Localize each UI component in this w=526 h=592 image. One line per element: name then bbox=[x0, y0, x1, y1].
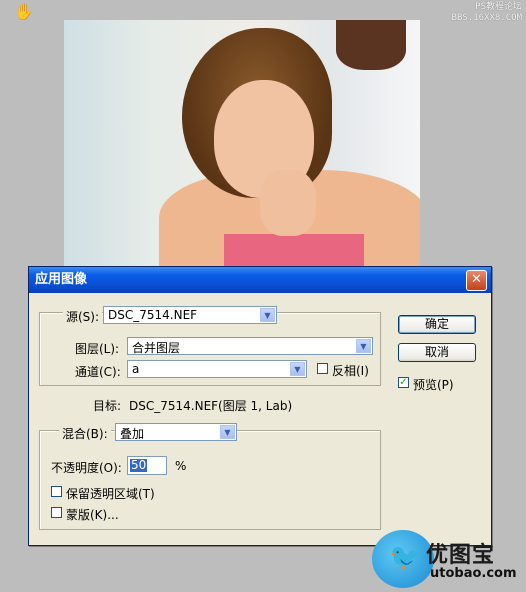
mask-label: 蒙版(K)... bbox=[66, 508, 119, 522]
preview-label: 预览(P) bbox=[413, 378, 454, 392]
chevron-down-icon: ▼ bbox=[260, 308, 275, 322]
mask-checkbox[interactable] bbox=[51, 507, 62, 518]
layer-value: 合并图层 bbox=[132, 341, 181, 355]
preserve-transparency-checkbox[interactable] bbox=[51, 486, 62, 497]
source-label: 源(S): bbox=[63, 308, 103, 325]
watermark-line-1: PS教程论坛 bbox=[475, 2, 522, 12]
checkmark-icon: ✓ bbox=[399, 377, 408, 388]
chevron-down-icon: ▼ bbox=[220, 425, 235, 439]
invert-checkbox[interactable] bbox=[317, 363, 328, 374]
source-value: DSC_7514.NEF bbox=[108, 308, 198, 322]
invert-label: 反相(I) bbox=[332, 364, 369, 378]
photo-pink-top bbox=[224, 234, 364, 266]
opacity-unit: % bbox=[175, 459, 187, 473]
close-icon[interactable]: ✕ bbox=[466, 270, 487, 291]
document-photo bbox=[64, 20, 420, 266]
brand-url: utobao.com bbox=[430, 566, 517, 581]
preview-checkbox[interactable]: ✓ bbox=[398, 377, 409, 388]
watermark-line-2: BBS.16XX8.COM bbox=[451, 13, 522, 23]
cancel-button[interactable]: 取消 bbox=[398, 343, 476, 362]
hand-tool-icon[interactable]: ✋ bbox=[14, 2, 34, 21]
target-value: DSC_7514.NEF(图层 1, Lab) bbox=[129, 399, 293, 413]
opacity-value: 50 bbox=[130, 458, 148, 472]
dialog-titlebar[interactable]: 应用图像 ✕ bbox=[29, 267, 491, 293]
chevron-down-icon: ▼ bbox=[290, 362, 305, 376]
channel-value: a bbox=[132, 362, 140, 376]
blending-select[interactable]: 叠加 ▼ bbox=[115, 423, 237, 441]
apply-image-dialog: 应用图像 ✕ 源(S): DSC_7514.NEF ▼ 图层(L): 合并图层 … bbox=[28, 266, 492, 546]
preserve-transparency-label: 保留透明区域(T) bbox=[66, 487, 155, 501]
source-select[interactable]: DSC_7514.NEF ▼ bbox=[103, 306, 277, 324]
opacity-label: 不透明度(O): bbox=[51, 461, 122, 475]
chevron-down-icon: ▼ bbox=[356, 339, 371, 353]
layer-label: 图层(L): bbox=[75, 342, 120, 356]
photo-hands bbox=[260, 170, 316, 236]
blending-value: 叠加 bbox=[120, 427, 145, 441]
channel-label: 通道(C): bbox=[75, 365, 121, 379]
dialog-title: 应用图像 bbox=[35, 272, 88, 287]
watermark: PS教程论坛 BBS.16XX8.COM bbox=[452, 2, 522, 24]
photo-man-head bbox=[336, 20, 406, 70]
layer-select[interactable]: 合并图层 ▼ bbox=[127, 337, 373, 355]
channel-select[interactable]: a ▼ bbox=[127, 360, 307, 378]
opacity-input[interactable]: 50 bbox=[127, 456, 167, 475]
target-label: 目标: bbox=[93, 399, 122, 413]
brand-name: 优图宝 bbox=[426, 543, 496, 568]
ok-button[interactable]: 确定 bbox=[398, 315, 476, 334]
blending-label: 混合(B): bbox=[59, 425, 111, 442]
bird-glyph: 🐦 bbox=[389, 543, 422, 573]
